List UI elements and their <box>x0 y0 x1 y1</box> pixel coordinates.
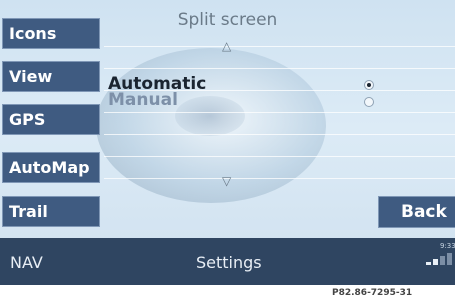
sidebar-item-automap[interactable]: AutoMap <box>2 152 100 183</box>
back-button[interactable]: Back <box>378 196 455 228</box>
row-separator <box>104 156 455 157</box>
option-automatic-radio[interactable] <box>364 80 374 90</box>
background-disc-center <box>175 96 245 136</box>
signal-strength-icon <box>426 252 452 266</box>
option-manual-label[interactable]: Manual <box>108 90 178 110</box>
scroll-up-icon[interactable]: △ <box>222 39 231 53</box>
status-title: Settings <box>196 253 262 272</box>
clock-time: 9:33 <box>440 242 455 250</box>
row-separator <box>104 134 455 135</box>
option-manual-radio[interactable] <box>364 97 374 107</box>
sidebar-item-view[interactable]: View <box>2 61 100 92</box>
navigation-screen: Icons View GPS AutoMap Trail Split scree… <box>0 0 455 285</box>
row-separator <box>104 46 455 47</box>
row-separator <box>104 112 455 113</box>
row-separator <box>104 68 455 69</box>
row-separator <box>104 178 455 179</box>
radio-selected-dot <box>367 83 371 87</box>
sidebar-item-icons[interactable]: Icons <box>2 18 100 49</box>
sidebar-item-trail[interactable]: Trail <box>2 196 100 227</box>
nav-label: NAV <box>10 253 43 272</box>
sidebar-item-gps[interactable]: GPS <box>2 104 100 135</box>
image-reference-caption: P82.86-7295-31 <box>332 288 413 298</box>
scroll-down-icon[interactable]: ▽ <box>222 174 231 188</box>
status-bar: NAV Settings 9:33 <box>0 238 455 285</box>
page-title: Split screen <box>177 10 278 30</box>
